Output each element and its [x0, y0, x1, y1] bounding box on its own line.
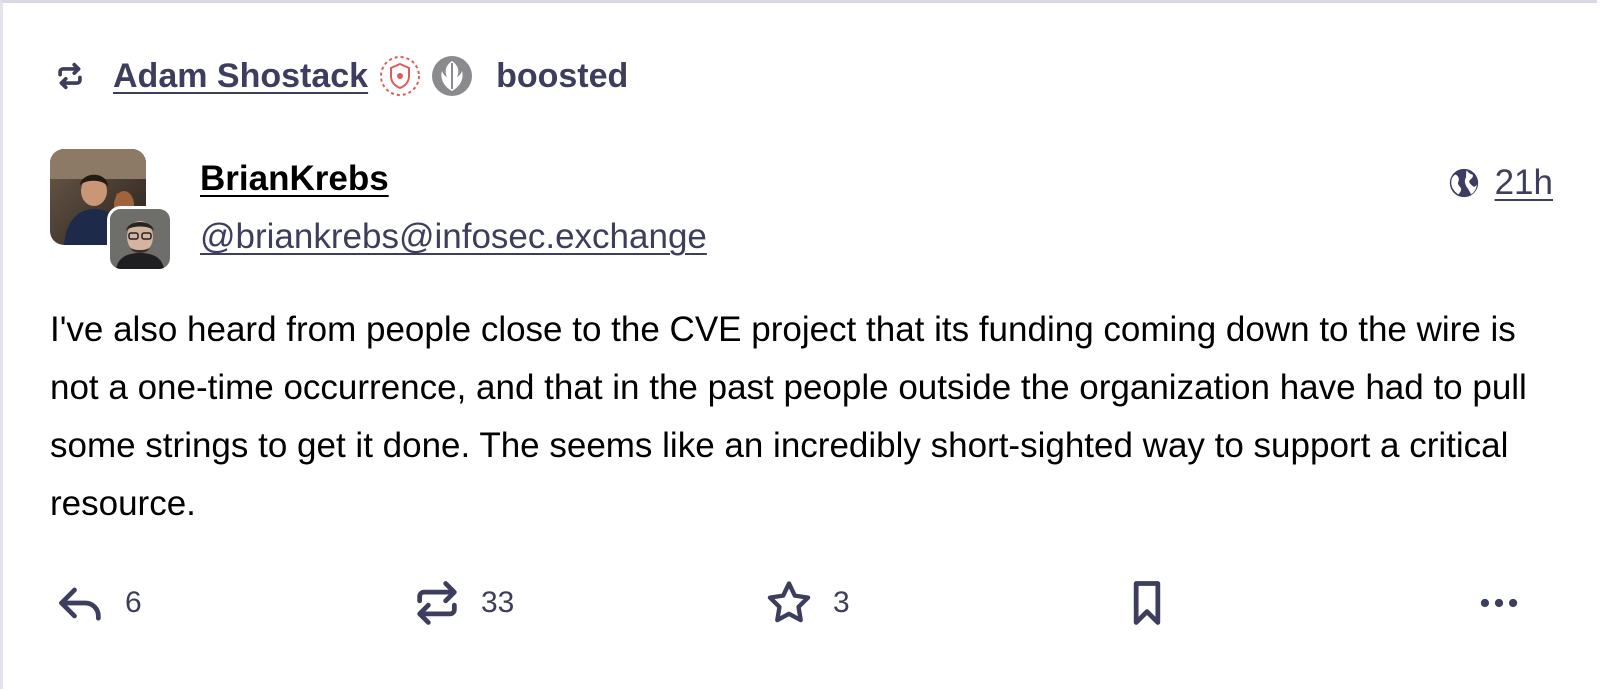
reply-button[interactable]: 6 — [55, 571, 142, 635]
boost-icon — [411, 577, 463, 629]
boost-count: 33 — [481, 586, 515, 619]
boost-verb: boosted — [496, 56, 629, 95]
reply-count: 6 — [125, 586, 142, 619]
globe-icon — [1447, 166, 1481, 200]
boost-button[interactable]: 33 — [411, 571, 514, 635]
status-timestamp[interactable]: 21h — [1495, 163, 1553, 203]
booster-link[interactable]: Adam Shostack — [113, 54, 482, 98]
favourite-button[interactable]: 3 — [763, 571, 850, 635]
reply-icon — [55, 577, 107, 629]
favourite-count: 3 — [833, 586, 850, 619]
status-card: Adam Shostack boosted BrianKrebs @briank… — [0, 0, 1597, 689]
boost-prepend: Adam Shostack boosted — [53, 53, 628, 99]
status-meta: 21h — [1447, 163, 1553, 203]
author-handle[interactable]: @briankrebs@infosec.exchange — [200, 217, 707, 257]
bookmark-button[interactable] — [1121, 571, 1173, 635]
more-icon — [1473, 577, 1525, 629]
shield-emoji-icon — [378, 54, 422, 98]
avatar-stack[interactable] — [50, 149, 174, 273]
author-display-name[interactable]: BrianKrebs — [200, 159, 389, 199]
more-button[interactable] — [1473, 571, 1525, 635]
status-content: I've also heard from people close to the… — [50, 310, 1527, 523]
star-icon — [763, 577, 815, 629]
boost-icon — [53, 59, 87, 93]
booster-avatar[interactable] — [107, 206, 173, 272]
action-bar: 6 33 3 — [55, 571, 1555, 635]
booster-name: Adam Shostack — [113, 56, 369, 95]
bookmark-icon — [1121, 577, 1173, 629]
rebel-emoji-icon — [430, 54, 474, 98]
